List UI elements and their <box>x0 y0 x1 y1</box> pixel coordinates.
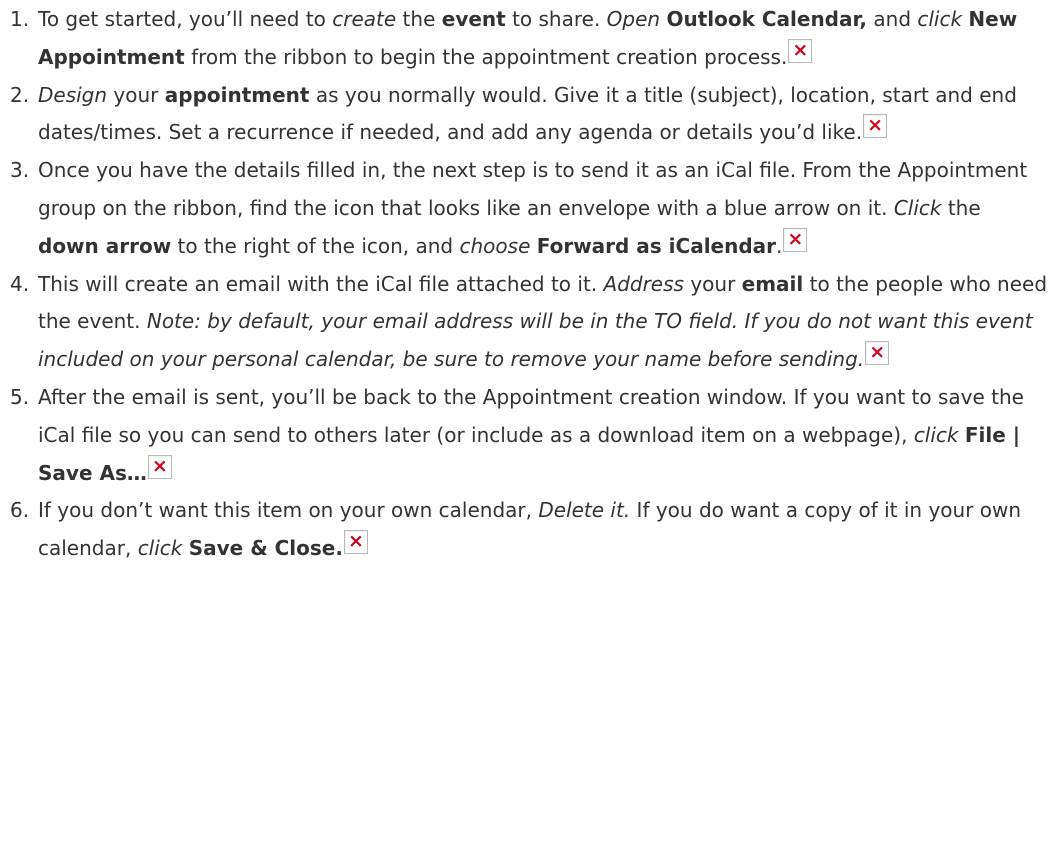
strong-text: Outlook Calendar, <box>666 7 868 31</box>
emphasis-text: Address <box>603 271 684 296</box>
list-item-step-2: 2. Design your appointment as you normal… <box>0 77 1047 153</box>
instruction-steps-list: 1. To get started, you’ll need to create… <box>0 1 1047 568</box>
list-item-step-6: 6. If you don’t want this item on your o… <box>0 492 1047 568</box>
emphasis-text: Delete it. <box>538 498 631 523</box>
emphasis-text: create <box>332 7 397 31</box>
step-text: This will create an email with the iCal … <box>38 271 604 296</box>
broken-image-icon <box>343 530 368 555</box>
step-text: and <box>867 7 918 31</box>
step-number: 3. <box>10 158 30 183</box>
strong-text: Forward as iCalendar <box>536 233 777 258</box>
article-content: 1. To get started, you’ll need to create… <box>0 0 1059 854</box>
broken-image-icon <box>788 38 813 63</box>
step-text: to the right of the icon, and <box>171 233 460 258</box>
broken-image-icon <box>783 227 808 252</box>
step-text: Once you have the details filled in, the… <box>38 158 1028 220</box>
step-number: 5. <box>10 384 30 409</box>
broken-image-icon <box>147 454 172 479</box>
step-text: your <box>107 82 165 107</box>
emphasis-text: choose <box>459 233 531 258</box>
step-text: to share. <box>505 7 607 31</box>
step-number: 2. <box>10 82 30 107</box>
step-number: 4. <box>10 271 30 296</box>
strong-text: appointment <box>164 82 310 107</box>
step-text: the <box>941 195 981 220</box>
step-text: from the ribbon to begin the appointment… <box>184 44 788 69</box>
list-item-step-4: 4. This will create an email with the iC… <box>0 266 1047 379</box>
emphasis-text: click <box>913 422 959 447</box>
step-number: 6. <box>10 498 30 523</box>
step-text: . <box>776 233 783 258</box>
step-text: the <box>396 7 442 31</box>
step-number: 1. <box>10 7 30 31</box>
list-item-step-1: 1. To get started, you’ll need to create… <box>0 1 1047 77</box>
step-text: To get started, you’ll need to <box>38 7 333 31</box>
list-item-step-3: 3. Once you have the details filled in, … <box>0 152 1047 265</box>
step-text: your <box>683 271 742 296</box>
step-text: If you don’t want this item on your own … <box>38 498 539 523</box>
emphasis-text: click <box>917 7 963 31</box>
strong-text: email <box>741 271 804 296</box>
step-text: After the email is sent, you’ll be back … <box>38 384 1024 447</box>
strong-text: event <box>441 7 506 31</box>
strong-text: Save & Close. <box>188 536 343 561</box>
broken-image-icon <box>865 341 890 366</box>
emphasis-text: Click <box>893 195 942 220</box>
list-item-step-5: 5. After the email is sent, you’ll be ba… <box>0 379 1047 492</box>
emphasis-text: Open <box>606 7 661 31</box>
strong-text: down arrow <box>38 233 172 258</box>
emphasis-text: click <box>137 536 183 561</box>
emphasis-text: Design <box>38 82 108 107</box>
broken-image-icon <box>863 114 888 139</box>
